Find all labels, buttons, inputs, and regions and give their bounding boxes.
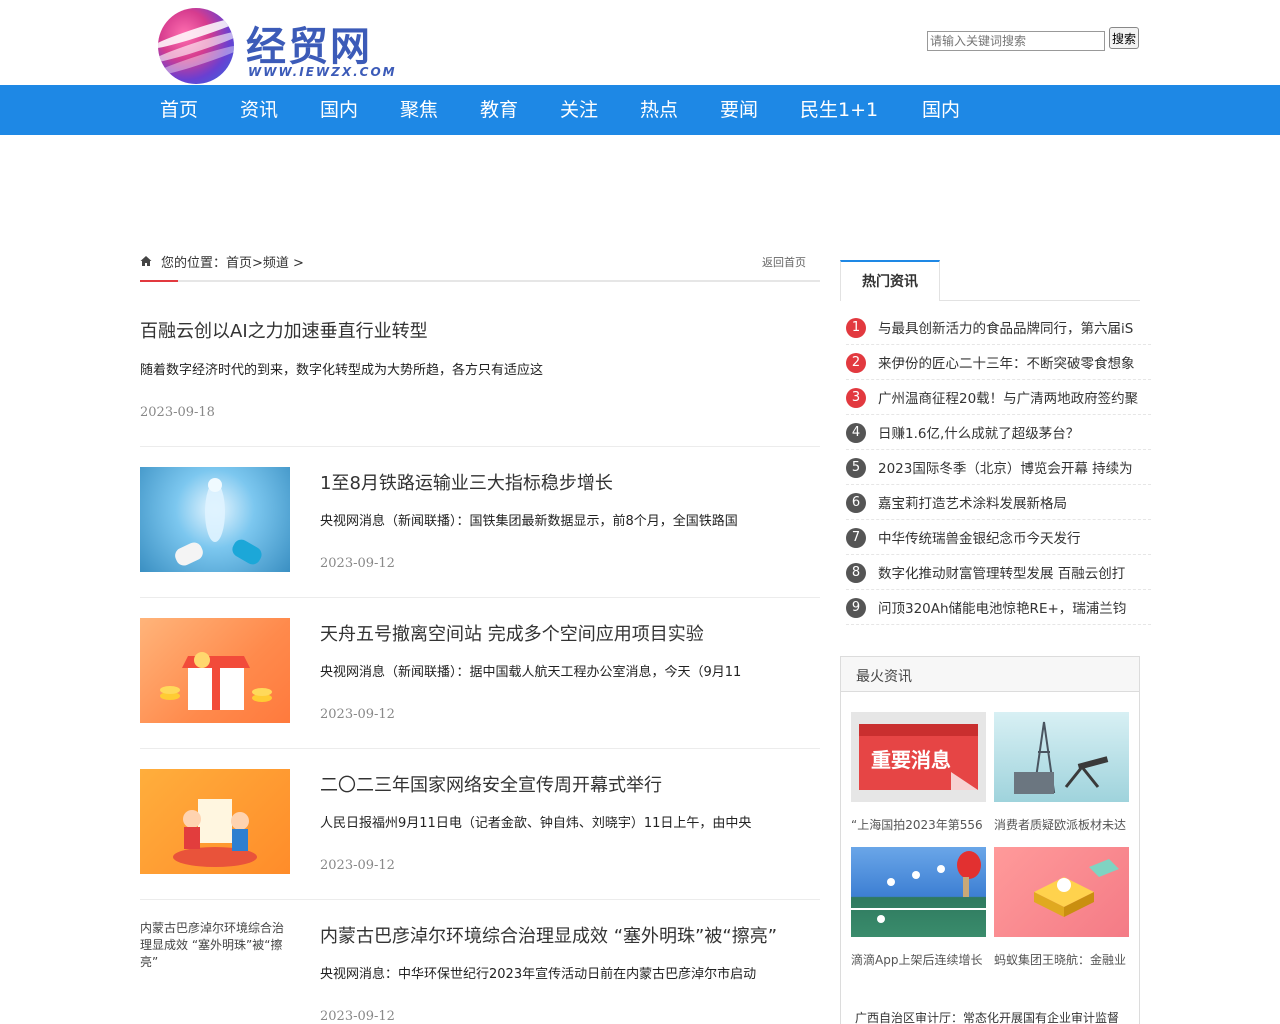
search-button[interactable]: 搜索 — [1109, 27, 1139, 49]
article-thumbnail-alt[interactable]: 内蒙古巴彦淖尔环境综合治理显成效 “塞外明珠”被“擦亮” — [140, 920, 290, 971]
hottest-news-title: 最火资讯 — [856, 669, 912, 685]
hot-news-header: 热门资讯 — [840, 260, 1140, 301]
card-caption[interactable]: “上海国拍2023年第556 — [851, 816, 991, 833]
logo-domain: WWW.IEWZX.COM — [248, 65, 397, 79]
rank-badge: 8 — [846, 563, 866, 583]
article-summary: 央视网消息（新闻联播）：据中国载人航天工程办公室消息，今天（9月11 — [320, 665, 742, 680]
hottest-news-link[interactable]: 广西自治区审计厅：常态化开展国有企业审计监督 — [855, 1009, 1119, 1024]
hot-list-item[interactable]: 3 广州温商征程20载！与广清两地政府签约聚 — [846, 380, 1151, 415]
hot-item-title[interactable]: 中华传统瑞兽金银纪念币今天发行 — [878, 527, 1148, 547]
hot-list-item[interactable]: 4 日赚1.6亿,什么成就了超级茅台？ — [846, 415, 1151, 450]
tab-hot-news[interactable]: 热门资讯 — [840, 260, 940, 301]
hot-item-title[interactable]: 广州温商征程20载！与广清两地政府签约聚 — [878, 387, 1148, 407]
hottest-news-box: 最火资讯 重要消息 “上海国拍2023年第556 消费者质疑欧派板材未达 滴滴A… — [840, 656, 1140, 1024]
home-icon — [140, 256, 152, 266]
rank-badge: 2 — [846, 353, 866, 373]
nav-item-home[interactable]: 首页 — [160, 85, 198, 135]
article-date: 2023-09-12 — [320, 556, 395, 571]
article-thumbnail[interactable] — [140, 769, 290, 874]
nav-item-domestic-2[interactable]: 国内 — [922, 85, 960, 135]
rank-badge: 7 — [846, 528, 866, 548]
article-date: 2023-09-12 — [320, 707, 395, 722]
nav-item-focus[interactable]: 聚焦 — [400, 85, 438, 135]
hot-item-title[interactable]: 来伊份的匠心二十三年：不断突破零食想象 — [878, 352, 1148, 372]
breadcrumb: 您的位置：首页>频道 > 返回首页 — [140, 248, 820, 282]
article-summary: 央视网消息：中华环保世纪行2023年宣传活动日前在内蒙古巴彦淖尔市启动 — [320, 967, 757, 982]
site-logo[interactable]: 经贸网 WWW.IEWZX.COM — [158, 8, 398, 84]
card-image[interactable]: 重要消息 — [851, 712, 986, 802]
article-title[interactable]: 内蒙古巴彦淖尔环境综合治理显成效 “塞外明珠”被“擦亮” — [320, 922, 777, 948]
article-title[interactable]: 百融云创以AI之力加速垂直行业转型 — [140, 317, 428, 343]
rank-badge: 1 — [846, 318, 866, 338]
hot-list-item[interactable]: 1 与最具创新活力的食品品牌同行，第六届iS — [846, 310, 1151, 345]
nav-item-attention[interactable]: 关注 — [560, 85, 598, 135]
rank-badge: 6 — [846, 493, 866, 513]
logo-text: 经贸网 — [246, 23, 372, 70]
hot-item-title[interactable]: 问顶320Ah储能电池惊艳RE+，瑞浦兰钧 — [878, 597, 1148, 617]
hot-item-title[interactable]: 嘉宝莉打造艺术涂料发展新格局 — [878, 492, 1148, 512]
article-item: 内蒙古巴彦淖尔环境综合治理显成效 “塞外明珠”被“擦亮” 内蒙古巴彦淖尔环境综合… — [140, 900, 820, 1024]
nav-item-domestic[interactable]: 国内 — [320, 85, 358, 135]
hot-item-title[interactable]: 数字化推动财富管理转型发展 百融云创打 — [878, 562, 1148, 582]
article-date: 2023-09-12 — [320, 1009, 395, 1024]
main-nav: 首页 资讯 国内 聚焦 教育 关注 热点 要闻 民生1+1 国内 — [0, 85, 1280, 135]
card-caption[interactable]: 滴滴App上架后连续增长 — [851, 951, 991, 968]
article-thumbnail[interactable] — [140, 467, 290, 572]
article-item: 天舟五号撤离空间站 完成多个空间应用项目实验 央视网消息（新闻联播）：据中国载人… — [140, 598, 820, 749]
breadcrumb-path[interactable]: 您的位置：首页>频道 > — [161, 252, 304, 271]
article-title[interactable]: 1至8月铁路运输业三大指标稳步增长 — [320, 469, 613, 495]
card-image-text: 重要消息 — [871, 748, 951, 772]
hot-item-title[interactable]: 2023国际冬季（北京）博览会开幕 持续为 — [878, 457, 1148, 477]
nav-item-hot[interactable]: 热点 — [640, 85, 678, 135]
card-caption[interactable]: 蚂蚁集团王晓航：金融业 — [994, 951, 1134, 968]
hot-list-item[interactable]: 6 嘉宝莉打造艺术涂料发展新格局 — [846, 485, 1151, 520]
nav-item-news[interactable]: 资讯 — [240, 85, 278, 135]
article-summary: 随着数字经济时代的到来，数字化转型成为大势所趋，各方只有适应这 — [140, 363, 544, 378]
article-title[interactable]: 天舟五号撤离空间站 完成多个空间应用项目实验 — [320, 620, 704, 646]
article-item: 百融云创以AI之力加速垂直行业转型 随着数字经济时代的到来，数字化转型成为大势所… — [140, 300, 820, 447]
hot-item-title[interactable]: 与最具创新活力的食品品牌同行，第六届iS — [878, 317, 1148, 337]
nav-item-livelihood[interactable]: 民生1+1 — [800, 85, 878, 135]
card-caption[interactable]: 消费者质疑欧派板材未达 — [994, 816, 1134, 833]
article-date: 2023-09-12 — [320, 858, 395, 873]
back-home-link[interactable]: 返回首页 — [762, 254, 806, 270]
card-image[interactable] — [994, 847, 1129, 937]
hot-list-item[interactable]: 5 2023国际冬季（北京）博览会开幕 持续为 — [846, 450, 1151, 485]
globe-logo-icon — [158, 8, 234, 84]
nav-item-headlines[interactable]: 要闻 — [720, 85, 758, 135]
article-item: 二〇二三年国家网络安全宣传周开幕式举行 人民日报福州9月11日电（记者金歆、钟自… — [140, 749, 820, 900]
article-title[interactable]: 二〇二三年国家网络安全宣传周开幕式举行 — [320, 771, 662, 797]
breadcrumb-accent — [140, 280, 178, 282]
hot-list-item[interactable]: 9 问顶320Ah储能电池惊艳RE+，瑞浦兰钧 — [846, 590, 1151, 625]
card-image[interactable] — [851, 847, 986, 937]
article-summary: 央视网消息（新闻联播）：国铁集团最新数据显示，前8个月，全国铁路国 — [320, 514, 738, 529]
hot-item-title[interactable]: 日赚1.6亿,什么成就了超级茅台？ — [878, 422, 1148, 442]
rank-badge: 9 — [846, 598, 866, 618]
rank-badge: 4 — [846, 423, 866, 443]
rank-badge: 5 — [846, 458, 866, 478]
hot-list-item[interactable]: 8 数字化推动财富管理转型发展 百融云创打 — [846, 555, 1151, 590]
article-summary: 人民日报福州9月11日电（记者金歆、钟自炜、刘晓宇）11日上午，由中央 — [320, 816, 752, 831]
article-item: 1至8月铁路运输业三大指标稳步增长 央视网消息（新闻联播）：国铁集团最新数据显示… — [140, 447, 820, 598]
article-thumbnail[interactable] — [140, 618, 290, 723]
search-input[interactable] — [927, 31, 1105, 51]
hot-list-item[interactable]: 2 来伊份的匠心二十三年：不断突破零食想象 — [846, 345, 1151, 380]
rank-badge: 3 — [846, 388, 866, 408]
search-form: 搜索 — [927, 27, 1139, 51]
nav-item-education[interactable]: 教育 — [480, 85, 518, 135]
article-date: 2023-09-18 — [140, 405, 215, 420]
hot-list-item[interactable]: 7 中华传统瑞兽金银纪念币今天发行 — [846, 520, 1151, 555]
card-image[interactable] — [994, 712, 1129, 802]
site-header: 经贸网 WWW.IEWZX.COM 搜索 — [0, 0, 1280, 85]
hottest-news-header: 最火资讯 — [841, 657, 1139, 692]
